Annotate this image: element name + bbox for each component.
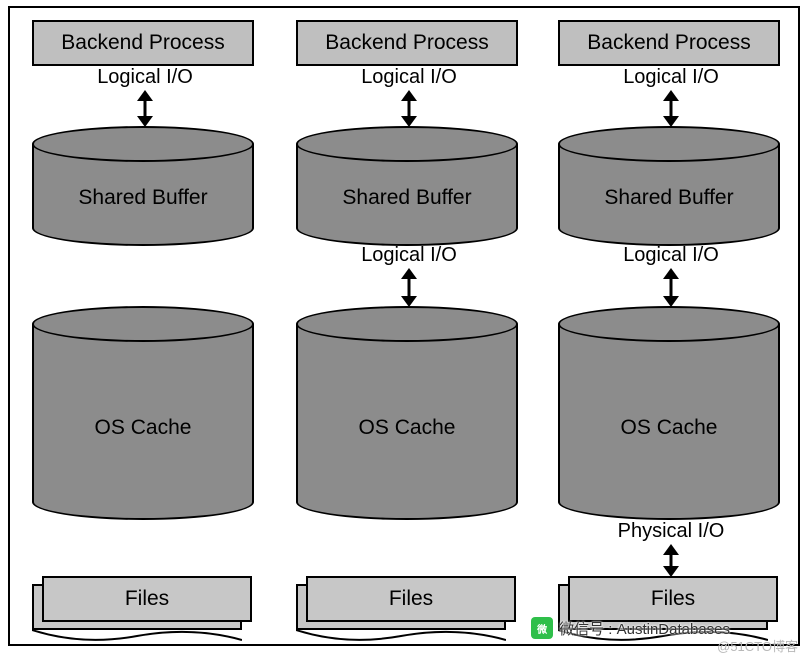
io-label: Logical I/O xyxy=(97,66,193,89)
os-cache-label: OS Cache xyxy=(32,416,254,440)
files-stack: Files xyxy=(32,576,254,638)
arrow-logical-io-1: Logical I/O xyxy=(282,66,536,126)
shared-buffer-label: Shared Buffer xyxy=(296,186,518,210)
arrow-logical-io-2: Logical I/O xyxy=(544,244,798,306)
shared-buffer-cylinder: Shared Buffer xyxy=(558,126,780,246)
os-cache-cylinder: OS Cache xyxy=(296,306,518,520)
backend-process-label: Backend Process xyxy=(587,31,750,55)
backend-process-label: Backend Process xyxy=(61,31,224,55)
page-curl-icon xyxy=(32,630,242,646)
shared-buffer-cylinder: Shared Buffer xyxy=(296,126,518,246)
shared-buffer-cylinder: Shared Buffer xyxy=(32,126,254,246)
io-label: Logical I/O xyxy=(361,66,457,89)
os-cache-cylinder: OS Cache xyxy=(558,306,780,520)
double-arrow-icon xyxy=(664,91,678,126)
double-arrow-icon xyxy=(402,269,416,306)
os-cache-label: OS Cache xyxy=(296,416,518,440)
files-label: Files xyxy=(125,587,169,611)
os-cache-label: OS Cache xyxy=(558,416,780,440)
arrow-logical-io-1: Logical I/O xyxy=(18,66,272,126)
double-arrow-icon xyxy=(664,269,678,306)
shared-buffer-label: Shared Buffer xyxy=(32,186,254,210)
backend-process-box: Backend Process xyxy=(32,20,254,66)
double-arrow-icon xyxy=(402,91,416,126)
wechat-overlay: 微 微信号 : AustinDatabases xyxy=(531,617,730,639)
arrow-logical-io-1: Logical I/O xyxy=(544,66,798,126)
wechat-icon: 微 xyxy=(531,617,553,639)
backend-process-box: Backend Process xyxy=(296,20,518,66)
os-cache-cylinder: OS Cache xyxy=(32,306,254,520)
double-arrow-icon xyxy=(664,545,678,576)
column-3: Backend Process Logical I/O Shared Buffe… xyxy=(544,8,798,644)
shared-buffer-label: Shared Buffer xyxy=(558,186,780,210)
backend-process-box: Backend Process xyxy=(558,20,780,66)
files-label: Files xyxy=(389,587,433,611)
page-curl-icon xyxy=(296,630,506,646)
io-label: Physical I/O xyxy=(618,520,725,543)
arrow-physical-io: Physical I/O xyxy=(544,520,798,576)
io-label: Logical I/O xyxy=(623,244,719,267)
files-front-sheet: Files xyxy=(306,576,516,622)
io-label: Logical I/O xyxy=(361,244,457,267)
wechat-label: 微信号 : AustinDatabases xyxy=(559,618,730,639)
files-label: Files xyxy=(651,587,695,611)
arrow-logical-io-2: Logical I/O xyxy=(282,244,536,306)
files-front-sheet: Files xyxy=(568,576,778,622)
files-stack: Files xyxy=(296,576,518,638)
diagram-frame: Backend Process Logical I/O Shared Buffe… xyxy=(8,6,800,646)
column-2: Backend Process Logical I/O Shared Buffe… xyxy=(282,8,536,644)
files-front-sheet: Files xyxy=(42,576,252,622)
io-label: Logical I/O xyxy=(623,66,719,89)
double-arrow-icon xyxy=(138,91,152,126)
backend-process-label: Backend Process xyxy=(325,31,488,55)
column-1: Backend Process Logical I/O Shared Buffe… xyxy=(18,8,272,644)
